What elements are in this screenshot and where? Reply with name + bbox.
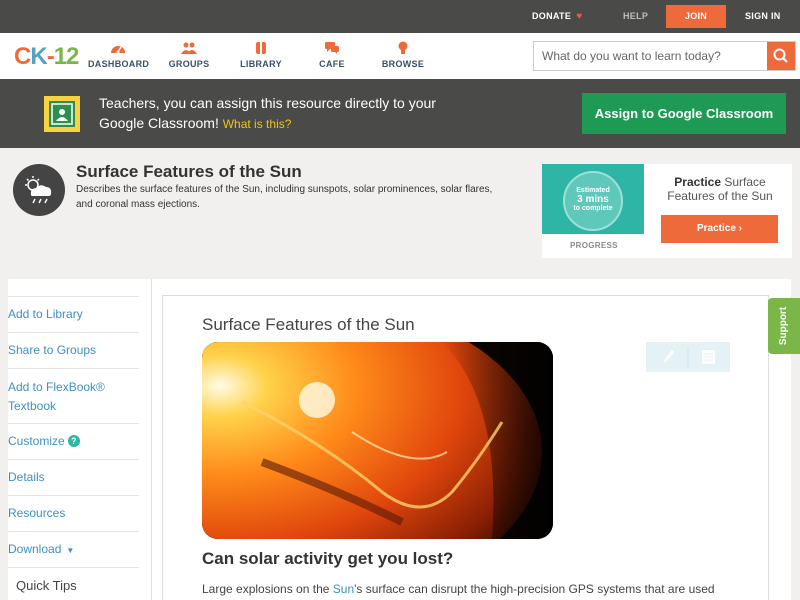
page-description: Describes the surface features of the Su… xyxy=(76,184,493,210)
nav-dashboard-label: DASHBOARD xyxy=(88,59,150,69)
sidebar-divider xyxy=(8,567,139,568)
content-title: Surface Features of the Sun xyxy=(202,315,415,334)
sidebar-item-customize[interactable]: Customize? xyxy=(8,423,139,450)
progress-label: PROGRESS xyxy=(570,241,618,250)
nav-library-label: LIBRARY xyxy=(240,59,282,69)
sidebar-item-details[interactable]: Details xyxy=(8,459,139,486)
sidebar-item-label: Details xyxy=(8,470,45,484)
sidebar-item-label: Download xyxy=(8,542,62,556)
nav-cafe[interactable]: CAFE xyxy=(314,41,350,69)
groups-icon xyxy=(166,41,212,55)
nav-cafe-label: CAFE xyxy=(319,59,345,69)
logo-dash: - xyxy=(46,43,55,70)
nav-browse[interactable]: BROWSE xyxy=(380,41,426,69)
support-tab[interactable]: Support xyxy=(768,298,800,354)
solar-flare-image xyxy=(202,342,553,539)
sign-in-link[interactable]: SIGN IN xyxy=(745,0,781,33)
section-heading: Can solar activity get you lost? xyxy=(202,549,454,568)
browse-icon xyxy=(380,41,426,55)
banner-message: Teachers, you can assign this resource d… xyxy=(99,93,439,134)
quick-tips-heading[interactable]: Quick Tips xyxy=(16,578,77,593)
practice-title-bold: Practice xyxy=(674,175,721,189)
body-paragraph: Large explosions on the Sun's surface ca… xyxy=(202,582,742,596)
practice-card: Estimated 3 mins to complete PROGRESS Pr… xyxy=(542,164,792,258)
top-utility-bar: DONATE ♥ HELP JOIN SIGN IN xyxy=(0,0,800,33)
body-text-end: 's surface can disrupt the high-precisio… xyxy=(354,582,715,596)
sun-link[interactable]: Sun xyxy=(333,582,354,596)
body-text-start: Large explosions on the xyxy=(202,582,333,596)
search-icon xyxy=(773,48,788,63)
sidebar-item-label: Add to Library xyxy=(8,307,83,321)
sidebar-item-download[interactable]: Download ▼ xyxy=(8,531,139,559)
practice-progress-badge: Estimated 3 mins to complete xyxy=(542,164,644,234)
help-link[interactable]: HELP xyxy=(623,0,648,33)
caret-down-icon: ▼ xyxy=(66,546,75,555)
search-box xyxy=(533,41,796,71)
chevron-right-icon: › xyxy=(738,223,743,234)
search-input[interactable] xyxy=(534,42,768,70)
sidebar-item-label: Resources xyxy=(8,506,66,520)
sidebar-item-add-to-library[interactable]: Add to Library xyxy=(8,296,139,323)
estimated-minutes: 3 mins xyxy=(577,194,609,205)
practice-button-label: Practice xyxy=(696,223,736,234)
sidebar-item-resources[interactable]: Resources xyxy=(8,495,139,522)
dashboard-icon xyxy=(88,41,148,55)
heart-icon: ♥ xyxy=(573,11,583,22)
google-classroom-icon xyxy=(44,96,80,132)
sidebar-item-share-to-groups[interactable]: Share to Groups xyxy=(8,332,139,359)
donate-link[interactable]: DONATE ♥ xyxy=(532,0,582,33)
search-button[interactable] xyxy=(767,42,795,70)
logo-number: 12 xyxy=(53,43,80,70)
sidebar-item-add-to-flexbook[interactable]: Add to FlexBook® Textbook xyxy=(8,368,139,416)
content-tools xyxy=(646,342,730,372)
nav-groups[interactable]: GROUPS xyxy=(166,41,212,69)
pencil-icon[interactable] xyxy=(664,350,674,363)
sidebar-item-label: Customize xyxy=(8,434,65,448)
sidebar-item-label: Share to Groups xyxy=(8,343,97,357)
weather-icon xyxy=(13,164,65,216)
main-navigation: CK-12 DASHBOARD GROUPS LIBRARY CAFE BROW… xyxy=(0,33,800,79)
what-is-this-link[interactable]: What is this? xyxy=(223,117,292,131)
help-question-icon[interactable]: ? xyxy=(67,435,80,447)
nav-dashboard[interactable]: DASHBOARD xyxy=(88,41,150,69)
nav-library[interactable]: LIBRARY xyxy=(238,41,284,69)
progress-circle: Estimated 3 mins to complete xyxy=(563,171,623,231)
library-icon xyxy=(238,41,284,55)
practice-title: Practice Surface Features of the Sun xyxy=(652,175,788,203)
ck12-logo[interactable]: CK-12 xyxy=(14,43,80,71)
notes-icon[interactable] xyxy=(702,350,715,364)
nav-groups-label: GROUPS xyxy=(168,59,210,69)
donate-label: DONATE xyxy=(532,11,572,21)
logo-letter-c: C xyxy=(14,43,31,70)
assign-google-classroom-button[interactable]: Assign to Google Classroom xyxy=(582,93,786,134)
sidebar-item-label: Add to FlexBook® Textbook xyxy=(8,380,105,413)
join-button[interactable]: JOIN xyxy=(666,5,726,28)
support-label: Support xyxy=(778,306,789,346)
nav-browse-label: BROWSE xyxy=(381,59,425,69)
to-complete-label: to complete xyxy=(573,205,613,212)
page-title: Surface Features of the Sun xyxy=(76,162,302,181)
practice-button[interactable]: Practice › xyxy=(661,215,778,243)
logo-letter-k: K xyxy=(30,43,47,70)
cafe-icon xyxy=(314,41,350,55)
